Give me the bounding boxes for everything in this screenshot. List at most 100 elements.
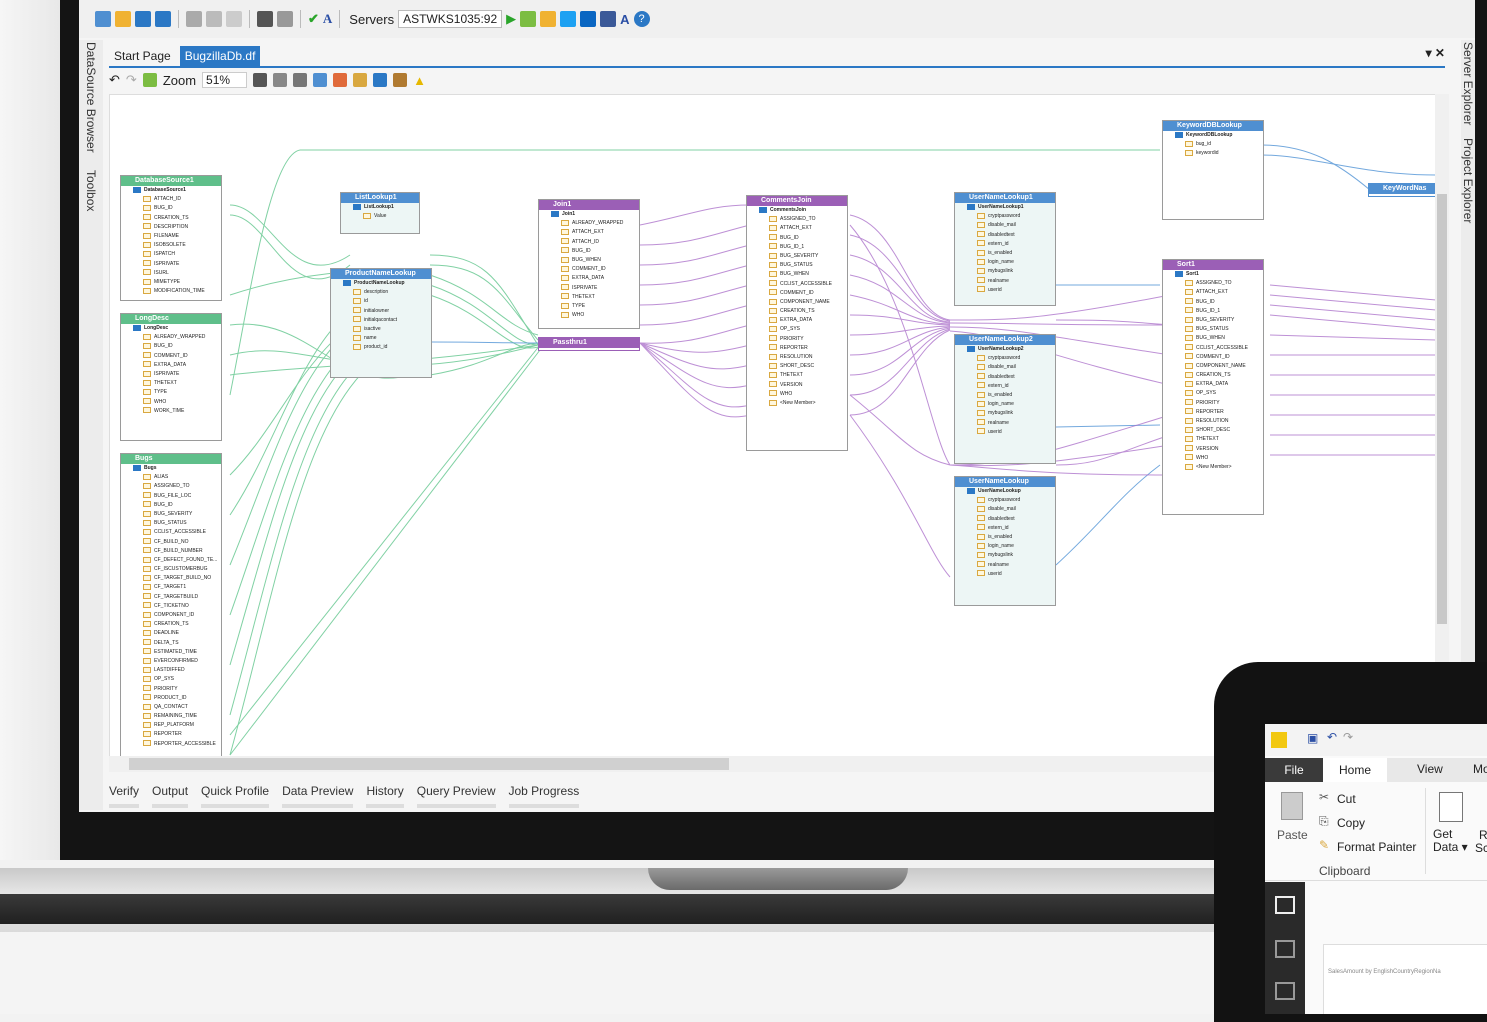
field: BUG_WHEN [1163,334,1263,343]
cut-icon[interactable]: ✂ [1319,790,1329,804]
report-view-icon[interactable] [1275,896,1295,914]
recent-sources-sub[interactable]: Sc [1475,841,1487,855]
format-painter-icon[interactable]: ✎ [1319,838,1329,852]
node-bugs[interactable]: Bugs Bugs ALIAS ASSIGNED_TO BUG_FILE_LOC… [120,453,222,757]
tab-history[interactable]: History [366,784,404,808]
clipboard-check-icon[interactable] [393,73,408,87]
tab-modeling[interactable]: Mo [1473,762,1487,776]
node-keyworddblookup[interactable]: KeywordDBLookup KeywordDBLookup bug_id k… [1162,120,1264,220]
layout-icon[interactable] [142,73,157,87]
node-root: Sort1 [1163,270,1263,279]
node-usernamelookup[interactable]: UserNameLookup UserNameLookup cryptpassw… [954,476,1056,606]
save-icon[interactable] [135,11,151,27]
scrollbar-thumb[interactable] [129,758,729,770]
zoom-select[interactable]: 51% [202,72,248,88]
node-commentsjoin[interactable]: CommentsJoin CommentsJoin ASSIGNED_TO AT… [746,195,848,451]
node-keywordnas[interactable]: KeyWordNas [1368,183,1436,197]
link-icon[interactable] [373,73,388,87]
tab-verify[interactable]: Verify [109,784,140,808]
redo-icon[interactable]: ↷ [1343,730,1353,744]
auto-map-icon[interactable] [333,73,348,87]
format-painter-button[interactable]: Format Painter [1337,840,1416,854]
node-usernamelookup1[interactable]: UserNameLookup1 UserNameLookup1 cryptpas… [954,192,1056,306]
dataflow-canvas[interactable]: DatabaseSource1 DatabaseSource1 ATTACH_I… [109,94,1437,758]
tab-job-progress[interactable]: Job Progress [508,784,580,808]
tab-data-preview[interactable]: Data Preview [282,784,354,808]
field: CREATION_TS [1163,371,1263,380]
project-explorer-tab[interactable]: Project Explorer [1461,138,1475,223]
node-databasesource1[interactable]: DatabaseSource1 DatabaseSource1 ATTACH_I… [120,175,222,301]
model-view-icon[interactable] [1275,982,1295,1000]
undo-icon[interactable] [257,11,273,27]
run-icon[interactable]: ▶ [506,11,516,27]
copy-icon[interactable]: ⎘ [1319,814,1329,829]
run-options-icon[interactable] [520,11,537,27]
copy-icon[interactable] [206,11,222,27]
node-longdesc[interactable]: LongDesc LongDesc ALREADY_WRAPPED BUG_ID… [120,313,222,441]
undo-icon[interactable]: ↶ [109,72,120,88]
open-folder-icon[interactable] [115,11,131,27]
recent-sources-label[interactable]: R [1479,828,1487,842]
server-explorer-tab[interactable]: Server Explorer [1461,42,1475,125]
tab-query-preview[interactable]: Query Preview [416,784,496,808]
get-data-button[interactable]: Get Data ▾ [1433,828,1469,854]
verify-check-icon[interactable]: ✔ [308,11,319,27]
tab-bugzilladb[interactable]: BugzillaDb.df [179,46,261,66]
cut-button[interactable]: Cut [1337,792,1356,806]
font-icon[interactable]: A [620,12,629,27]
tab-controls[interactable]: ▾ ✕ [1426,46,1445,60]
save-icon[interactable]: ▣ [1307,731,1318,745]
node-productnamelookup[interactable]: ProductNameLookup ProductNameLookup desc… [330,268,432,378]
node-usernamelookup2[interactable]: UserNameLookup2 UserNameLookup2 cryptpas… [954,334,1056,464]
node-passthru1[interactable]: Passthru1 [538,337,640,351]
help-icon[interactable]: ? [633,11,650,27]
map-icon[interactable] [353,73,368,87]
cut-icon[interactable] [186,11,202,27]
visual-title: SalesAmount by EnglishCountryRegionNa [1328,969,1441,975]
tab-file[interactable]: File [1265,758,1323,782]
node-sort1[interactable]: Sort1 Sort1 ASSIGNED_TO ATTACH_EXT BUG_I… [1162,259,1264,515]
field: is_enabled [955,533,1055,542]
node-title: Passthru1 [539,338,639,348]
save-all-icon[interactable] [155,11,171,27]
twitter-icon[interactable] [560,11,577,27]
linkedin-icon[interactable] [580,11,597,27]
datasource-browser-tab[interactable]: DataSource Browser [84,42,98,153]
tab-home[interactable]: Home [1323,758,1387,782]
facebook-icon[interactable] [600,11,617,27]
redo-icon[interactable]: ↷ [126,72,137,88]
tab-quick-profile[interactable]: Quick Profile [201,784,270,808]
warning-icon[interactable]: ▲ [413,73,426,88]
print-icon[interactable] [253,73,268,87]
paste-icon[interactable] [1281,792,1303,820]
preview-icon[interactable] [540,11,557,27]
field: BUG_ID [121,342,221,351]
redo-icon[interactable] [277,11,293,27]
field: REPORTER [121,730,221,739]
tab-view[interactable]: View [1417,762,1443,776]
spell-icon[interactable]: A [323,11,332,27]
scrollbar-thumb[interactable] [1437,194,1447,624]
field: BUG_WHEN [539,256,639,265]
servers-label: Servers [349,11,395,27]
new-datasource-icon[interactable] [95,11,111,27]
node-listlookup1[interactable]: ListLookup1 ListLookup1 Value [340,192,420,234]
data-view-icon[interactable] [1275,940,1295,958]
field: ISPRIVATE [121,260,221,269]
undo-icon[interactable]: ↶ [1327,730,1337,744]
node-join1[interactable]: Join1 Join1 ALREADY_WRAPPED ATTACH_EXT A… [538,199,640,329]
tab-output[interactable]: Output [152,784,189,808]
toolbox-tab[interactable]: Toolbox [84,170,98,211]
copy-button[interactable]: Copy [1337,816,1365,830]
get-data-icon[interactable] [1439,792,1463,822]
tab-start-page[interactable]: Start Page [109,46,176,66]
paste-icon[interactable] [226,11,242,27]
server-select[interactable]: ASTWKS1035:92 [398,10,503,28]
paste-button[interactable]: Paste [1277,828,1308,842]
copy-object-icon[interactable] [273,73,288,87]
paste-object-icon[interactable] [293,73,308,87]
visual-card[interactable]: SalesAmount by EnglishCountryRegionNa [1323,944,1487,1014]
grid-icon[interactable] [313,73,328,87]
field: BUG_SEVERITY [1163,316,1263,325]
canvas-vertical-scrollbar[interactable] [1435,94,1449,756]
